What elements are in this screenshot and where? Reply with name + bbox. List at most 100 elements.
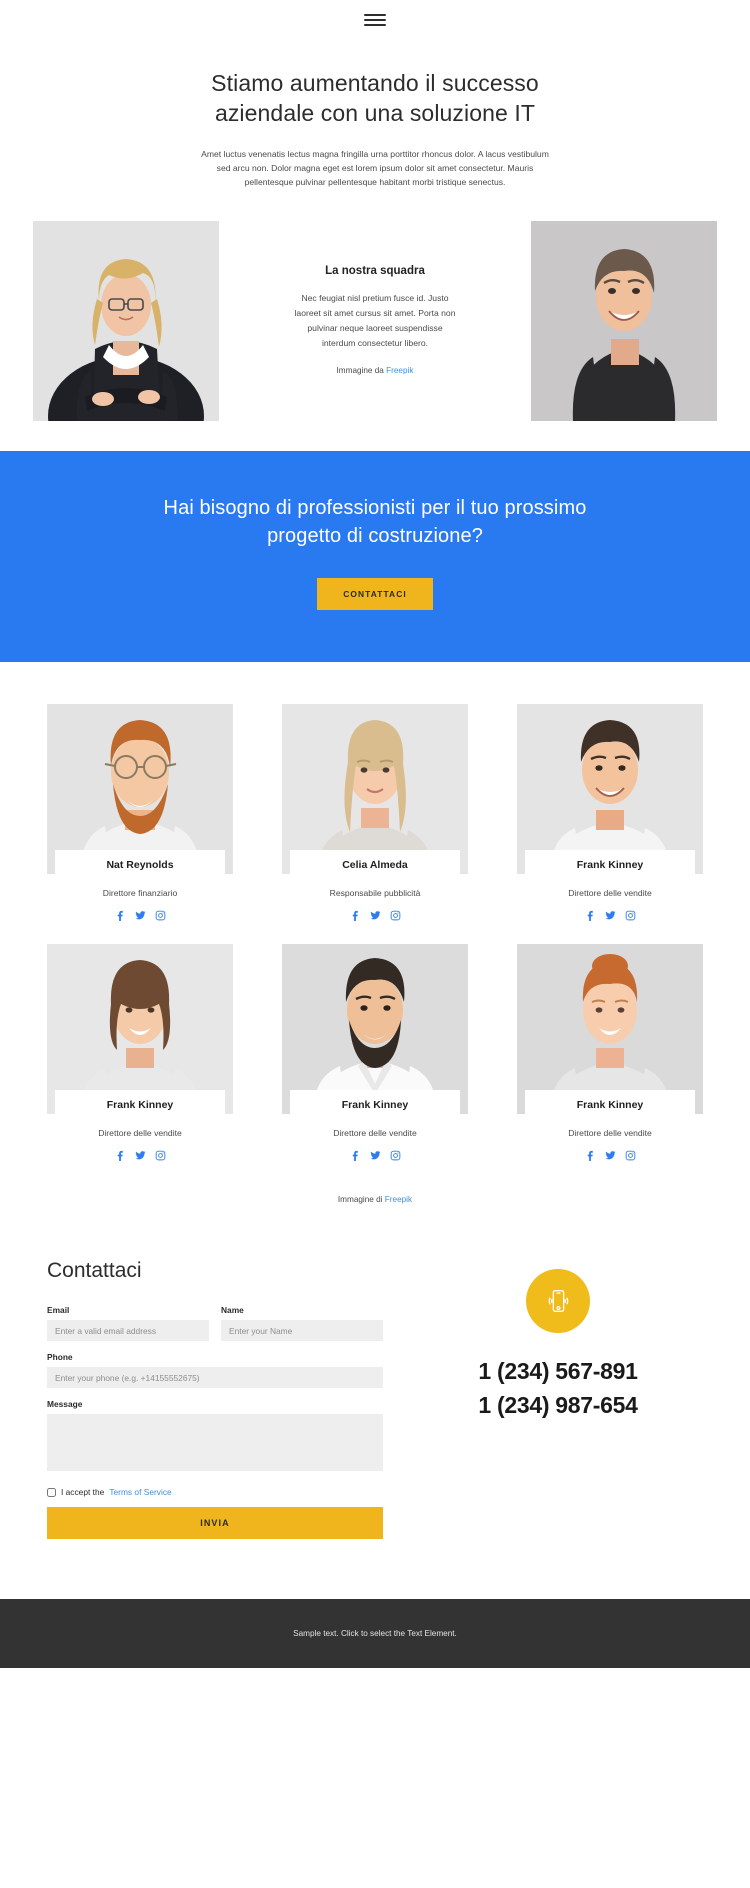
name-field-wrapper: Name <box>221 1305 383 1342</box>
member-name: Frank Kinney <box>341 1099 409 1112</box>
member-nameplate: Frank Kinney <box>525 850 695 880</box>
member-photo <box>517 704 703 875</box>
twitter-icon[interactable] <box>604 910 616 921</box>
businesswoman-photo <box>33 221 219 422</box>
team-member-card[interactable]: Frank Kinney Direttore delle vendite <box>517 944 703 1162</box>
member-socials <box>282 910 468 922</box>
contact-form: Contattaci Email Name Phone Message I ac… <box>47 1259 383 1540</box>
twitter-icon[interactable] <box>604 1150 616 1161</box>
page-title: Stiamo aumentando il successo aziendale … <box>211 70 539 127</box>
contact-section: Contattaci Email Name Phone Message I ac… <box>0 1204 750 1599</box>
site-header <box>0 0 750 40</box>
instagram-icon[interactable] <box>625 1150 636 1161</box>
member-name: Celia Almeda <box>342 859 408 872</box>
bearded-man-shirt-photo <box>282 944 468 1115</box>
image-credit: Immagine da Freepik <box>241 366 509 375</box>
redhead-woman-photo <box>517 944 703 1115</box>
phone-number-2[interactable]: 1 (234) 987-654 <box>413 1389 703 1422</box>
instagram-icon[interactable] <box>155 910 166 921</box>
member-nameplate: Frank Kinney <box>525 1090 695 1120</box>
grid-credit-prefix: Immagine di <box>337 1195 385 1205</box>
blonde-woman-photo <box>282 704 468 875</box>
name-input[interactable] <box>221 1320 383 1342</box>
intro-photo-right <box>531 221 717 422</box>
twitter-icon[interactable] <box>134 910 146 921</box>
freepik-link[interactable]: Freepik <box>385 1195 412 1204</box>
member-nameplate: Nat Reynolds <box>55 850 225 880</box>
hamburger-menu-icon[interactable] <box>364 14 386 26</box>
phone-input[interactable] <box>47 1367 383 1389</box>
member-socials <box>517 1150 703 1162</box>
instagram-icon[interactable] <box>390 910 401 921</box>
cta-heading: Hai bisogno di professionisti per il tuo… <box>163 497 587 547</box>
message-label: Message <box>47 1399 83 1410</box>
email-label: Email <box>47 1305 70 1316</box>
member-socials <box>47 910 233 922</box>
instagram-icon[interactable] <box>625 910 636 921</box>
twitter-icon[interactable] <box>369 910 381 921</box>
member-role: Direttore finanziario <box>102 888 178 899</box>
member-nameplate: Celia Almeda <box>290 850 460 880</box>
facebook-icon[interactable] <box>115 1150 126 1162</box>
hero-subtitle: Amet luctus venenatis lectus magna fring… <box>201 148 549 188</box>
phone-contact-block: 1 (234) 567-891 1 (234) 987-654 <box>413 1259 703 1422</box>
message-input[interactable] <box>47 1414 383 1472</box>
smiling-man-photo <box>531 221 717 422</box>
team-intro-section: La nostra squadra Nec feugiat nisl preti… <box>0 221 750 422</box>
facebook-icon[interactable] <box>585 1150 596 1162</box>
grid-image-credit: Immagine di Freepik <box>0 1195 750 1204</box>
instagram-icon[interactable] <box>390 1150 401 1161</box>
burger-line <box>364 24 386 26</box>
cta-banner: Hai bisogno di professionisti per il tuo… <box>0 451 750 663</box>
email-name-row: Email Name <box>47 1305 383 1352</box>
accept-terms-checkbox[interactable] <box>47 1487 56 1497</box>
hero-section: Stiamo aumentando il successo aziendale … <box>0 40 750 199</box>
email-field-wrapper: Email <box>47 1305 209 1342</box>
member-name: Frank Kinney <box>576 859 644 872</box>
member-nameplate: Frank Kinney <box>290 1090 460 1120</box>
facebook-icon[interactable] <box>350 1150 361 1162</box>
team-intro-body: Nec feugiat nisl pretium fusce id. Justo… <box>294 293 456 348</box>
facebook-icon[interactable] <box>115 910 126 922</box>
member-photo <box>517 944 703 1115</box>
terms-of-service-link[interactable]: Terms of Service <box>109 1487 171 1497</box>
team-intro-text: La nostra squadra Nec feugiat nisl preti… <box>219 221 531 375</box>
twitter-icon[interactable] <box>369 1150 381 1161</box>
email-input[interactable] <box>47 1320 209 1342</box>
burger-line <box>364 14 386 16</box>
member-role: Direttore delle vendite <box>568 888 652 899</box>
phone-field-wrapper: Phone <box>47 1352 383 1389</box>
member-socials <box>282 1150 468 1162</box>
instagram-icon[interactable] <box>155 1150 166 1161</box>
member-nameplate: Frank Kinney <box>55 1090 225 1120</box>
twitter-icon[interactable] <box>134 1150 146 1161</box>
submit-button[interactable]: INVIA <box>47 1507 383 1540</box>
member-name: Frank Kinney <box>106 1099 174 1112</box>
site-footer: Sample text. Click to select the Text El… <box>0 1599 750 1669</box>
image-credit-prefix: Immagine da <box>336 366 387 376</box>
facebook-icon[interactable] <box>350 910 361 922</box>
team-member-card[interactable]: Frank Kinney Direttore delle vendite <box>282 944 468 1162</box>
team-member-card[interactable]: Frank Kinney Direttore delle vendite <box>517 704 703 922</box>
member-role: Direttore delle vendite <box>333 1128 417 1139</box>
intro-photo-left <box>33 221 219 422</box>
member-photo <box>282 704 468 875</box>
contact-us-button[interactable]: CONTATTACI <box>317 578 433 611</box>
footer-text: Sample text. Click to select the Text El… <box>293 1629 457 1639</box>
contact-title: Contattaci <box>47 1259 142 1283</box>
phone-number-1[interactable]: 1 (234) 567-891 <box>413 1355 703 1388</box>
freepik-link[interactable]: Freepik <box>386 366 413 375</box>
member-role: Responsabile pubblicità <box>329 888 421 899</box>
bearded-man-glasses-photo <box>47 704 233 875</box>
member-name: Frank Kinney <box>576 1099 644 1112</box>
team-grid-section: Nat Reynolds Direttore finanziario Celia… <box>0 662 750 1162</box>
facebook-icon[interactable] <box>585 910 596 922</box>
name-label: Name <box>221 1305 244 1316</box>
short-hair-woman-photo <box>47 944 233 1115</box>
team-intro-heading: La nostra squadra <box>325 265 425 278</box>
member-role: Direttore delle vendite <box>568 1128 652 1139</box>
burger-line <box>364 19 386 21</box>
team-member-card[interactable]: Celia Almeda Responsabile pubblicità <box>282 704 468 922</box>
team-member-card[interactable]: Frank Kinney Direttore delle vendite <box>47 944 233 1162</box>
team-member-card[interactable]: Nat Reynolds Direttore finanziario <box>47 704 233 922</box>
